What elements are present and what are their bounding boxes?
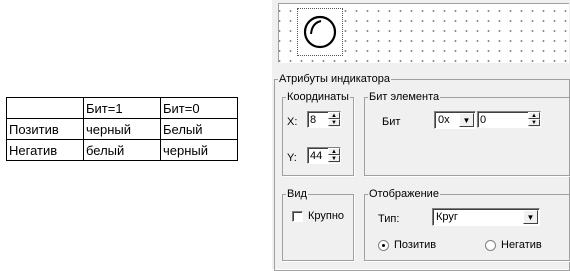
dropdown-arrow-icon[interactable]: ▼ <box>523 210 538 224</box>
spin-down-arrow-icon[interactable]: ▼ <box>528 119 540 126</box>
table-cell <box>6 97 84 119</box>
bit-number-value: 0 <box>480 114 487 126</box>
bit-state-table: Бит=1 Бит=0 Позитив черный Белый Негатив… <box>6 97 238 161</box>
selected-indicator[interactable] <box>297 8 343 56</box>
spin-up-arrow-icon[interactable]: ▲ <box>328 112 340 119</box>
bit-element-group: Бит элемента <box>364 92 570 176</box>
circle-indicator-icon <box>303 15 337 49</box>
group-title: Бит элемента <box>369 91 440 103</box>
bit-label: Бит <box>382 116 401 128</box>
type-select[interactable]: Круг ▼ <box>432 208 540 226</box>
table-cell: белый <box>83 139 161 161</box>
group-title: Отображение <box>369 188 439 200</box>
bit-prefix-select[interactable]: 0x ▼ <box>434 111 476 129</box>
table-cell: Белый <box>160 118 238 140</box>
x-label: X: <box>287 116 298 128</box>
table-cell: Бит=0 <box>160 97 238 119</box>
spin-up-arrow-icon[interactable]: ▲ <box>328 148 340 155</box>
bit-prefix-value: 0x <box>438 114 450 126</box>
table-row: Позитив черный Белый <box>6 118 238 140</box>
spin-down-arrow-icon[interactable]: ▼ <box>328 155 340 162</box>
group-title: Вид <box>287 188 307 200</box>
negative-radio[interactable] <box>485 240 496 251</box>
table-cell: Бит=1 <box>83 97 161 119</box>
type-label: Тип: <box>378 213 400 225</box>
type-value: Круг <box>436 211 458 223</box>
bit-number-spinbox[interactable]: 0 ▲ ▼ <box>477 111 541 128</box>
group-title: Атрибуты индикатора <box>279 73 390 85</box>
preview-canvas[interactable] <box>278 3 569 63</box>
positive-radio-label[interactable]: Позитив <box>394 239 436 251</box>
table-header-row: Бит=1 Бит=0 <box>6 97 238 119</box>
dropdown-arrow-icon[interactable]: ▼ <box>459 113 474 127</box>
negative-radio-label[interactable]: Негатив <box>501 239 542 251</box>
spin-up-arrow-icon[interactable]: ▲ <box>528 112 540 119</box>
group-title: Координаты <box>287 91 349 103</box>
table-cell: черный <box>160 139 238 161</box>
x-spinbox[interactable]: 8 ▲ ▼ <box>307 111 341 128</box>
table-cell: Позитив <box>6 118 84 140</box>
positive-radio[interactable] <box>378 240 389 251</box>
large-checkbox[interactable] <box>292 211 303 222</box>
table-cell: Негатив <box>6 139 84 161</box>
table-row: Негатив белый черный <box>6 139 238 161</box>
y-value: 44 <box>310 150 323 162</box>
table-cell: черный <box>83 118 161 140</box>
y-label: Y: <box>287 152 297 164</box>
indicator-dialog: Атрибуты индикатора Координаты X: 8 ▲ ▼ … <box>272 0 570 271</box>
x-value: 8 <box>310 114 317 126</box>
y-spinbox[interactable]: 44 ▲ ▼ <box>307 147 341 164</box>
view-group: Вид <box>282 189 354 261</box>
spin-down-arrow-icon[interactable]: ▼ <box>328 119 340 126</box>
large-checkbox-label[interactable]: Крупно <box>308 210 344 222</box>
